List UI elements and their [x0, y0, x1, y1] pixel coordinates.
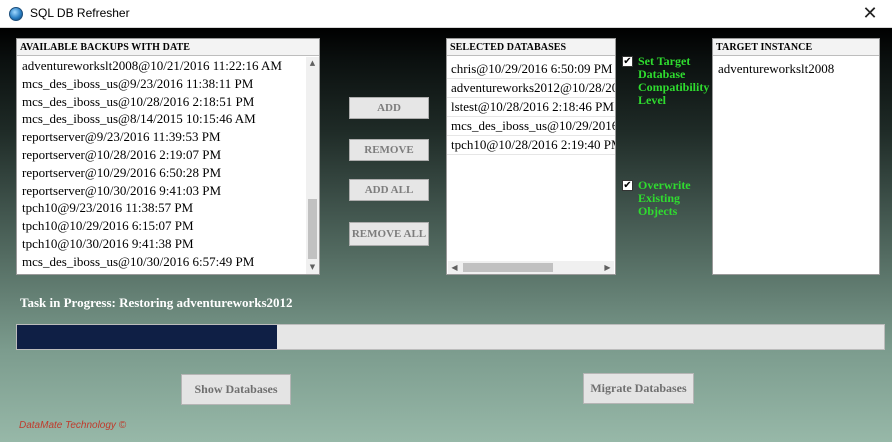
list-item[interactable]: adventureworkslt2008 — [713, 60, 879, 78]
available-backups-list[interactable]: adventureworkslt2008@10/21/2016 11:22:16… — [17, 57, 305, 274]
compatibility-level-label: Set Target Database Compatibility Level — [638, 54, 710, 107]
list-item[interactable]: adventureworks2012@10/28/2016 — [447, 79, 615, 98]
progress-bar-fill — [17, 325, 278, 349]
list-item[interactable]: mcs_des_iboss_us@8/14/2015 10:15:46 AM — [17, 110, 305, 128]
close-button[interactable]: ✕ — [858, 2, 882, 26]
overwrite-objects-checkbox[interactable]: ✔ — [622, 180, 633, 191]
list-item[interactable]: reportserver@10/28/2016 2:19:07 PM — [17, 146, 305, 164]
selected-databases-header: SELECTED DATABASES — [447, 39, 615, 56]
list-item[interactable]: tpch10@10/29/2016 6:15:07 PM — [17, 217, 305, 235]
list-item[interactable]: reportserver@9/23/2016 11:39:53 PM — [17, 128, 305, 146]
app-icon — [9, 7, 23, 21]
scroll-thumb[interactable] — [308, 199, 317, 259]
migrate-databases-button[interactable]: Migrate Databases — [583, 373, 694, 404]
list-item[interactable]: lstest@10/28/2016 2:18:46 PM — [447, 98, 615, 117]
backups-vertical-scrollbar[interactable]: ▲ ▼ — [306, 57, 319, 274]
list-item[interactable]: adventureworkslt2008@10/21/2016 11:22:16… — [17, 57, 305, 75]
list-item[interactable]: mcs_des_iboss_us@10/29/2016 — [447, 117, 615, 136]
scroll-right-arrow-icon[interactable]: ▶ — [601, 261, 614, 274]
remove-all-button[interactable]: REMOVE ALL — [349, 222, 429, 246]
list-item[interactable]: reportserver@10/30/2016 9:41:03 PM — [17, 182, 305, 200]
list-item[interactable]: chris@10/29/2016 6:50:09 PM — [447, 60, 615, 79]
remove-button[interactable]: REMOVE — [349, 139, 429, 161]
list-item[interactable]: mcs_des_iboss_us@10/30/2016 6:57:49 PM — [17, 253, 305, 271]
show-databases-button[interactable]: Show Databases — [181, 374, 291, 405]
main-window: AVAILABLE BACKUPS WITH DATE adventurewor… — [0, 28, 892, 442]
scroll-left-arrow-icon[interactable]: ◀ — [448, 261, 461, 274]
list-item[interactable]: mcs_des_iboss_us@10/28/2016 2:18:51 PM — [17, 93, 305, 111]
target-instance-list[interactable]: adventureworkslt2008 — [713, 60, 879, 275]
task-status-text: Task in Progress: Restoring adventurewor… — [20, 295, 293, 310]
target-instance-header: TARGET INSTANCE — [713, 39, 879, 56]
company-footer: DataMate Technology © — [19, 420, 127, 431]
available-backups-panel: AVAILABLE BACKUPS WITH DATE adventurewor… — [16, 38, 320, 275]
selected-databases-panel: SELECTED DATABASES chris@10/29/2016 6:50… — [446, 38, 616, 275]
overwrite-objects-label: Overwrite Existing Objects — [638, 178, 691, 218]
add-all-button[interactable]: ADD ALL — [349, 179, 429, 201]
list-item[interactable]: tpch10@9/23/2016 11:38:57 PM — [17, 199, 305, 217]
add-button[interactable]: ADD — [349, 97, 429, 119]
target-instance-panel: TARGET INSTANCE adventureworkslt2008 — [712, 38, 880, 275]
title-bar: SQL DB Refresher ✕ — [0, 0, 892, 28]
available-backups-header: AVAILABLE BACKUPS WITH DATE — [17, 39, 319, 56]
list-item[interactable]: tpch10@10/30/2016 9:41:38 PM — [17, 235, 305, 253]
scroll-down-arrow-icon[interactable]: ▼ — [306, 261, 319, 274]
list-item[interactable]: tpch10@10/28/2016 2:19:40 PM — [447, 136, 615, 155]
scroll-up-arrow-icon[interactable]: ▲ — [306, 57, 319, 70]
window-title: SQL DB Refresher — [30, 6, 130, 20]
list-item[interactable]: reportserver@10/29/2016 6:50:28 PM — [17, 164, 305, 182]
selected-horizontal-scrollbar[interactable]: ◀ ▶ — [448, 261, 614, 274]
progress-bar — [16, 324, 885, 350]
scroll-thumb[interactable] — [463, 263, 553, 272]
list-item[interactable]: mcs_des_iboss_us@9/23/2016 11:38:11 PM — [17, 75, 305, 93]
compatibility-level-checkbox[interactable]: ✔ — [622, 56, 633, 67]
selected-databases-list[interactable]: chris@10/29/2016 6:50:09 PM adventurewor… — [447, 60, 615, 263]
